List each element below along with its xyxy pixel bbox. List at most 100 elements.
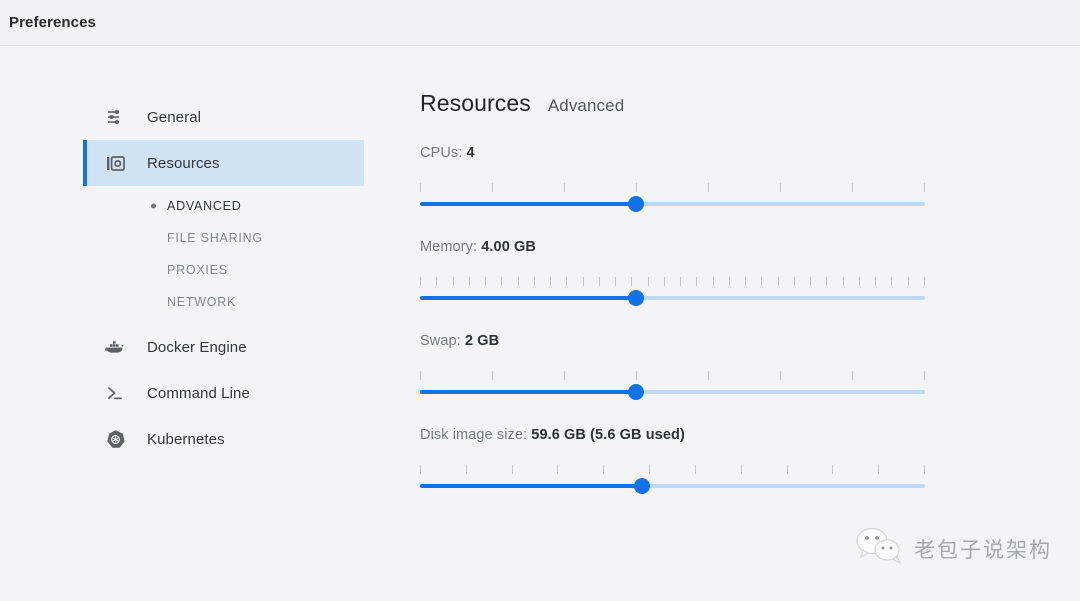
sidebar-item-resources[interactable]: Resources (83, 140, 364, 186)
sidebar: General Resources ADVANCED FILE SHARING (0, 46, 384, 601)
memory-slider-thumb[interactable] (628, 290, 645, 306)
slider-tick (745, 277, 746, 286)
slider-tick (858, 277, 860, 286)
slider-tick (728, 277, 730, 286)
slider-tick (517, 277, 519, 286)
slider-tick (582, 277, 584, 286)
memory-slider-ticks (420, 277, 925, 286)
sidebar-item-label: Docker Engine (147, 338, 247, 356)
sidebar-item-label: Resources (147, 154, 220, 172)
cpus-slider-ticks (420, 183, 925, 192)
slider-tick (924, 371, 925, 380)
slider-tick (492, 183, 493, 192)
page-title-secondary: Advanced (547, 96, 625, 115)
main-panel: Resources Advanced CPUs: 4 Memory: 4.00 … (384, 46, 1080, 601)
field-memory: Memory: 4.00 GB (420, 239, 1080, 306)
slider-tick (786, 465, 788, 474)
slider-tick (485, 277, 486, 286)
sidebar-subitem-file-sharing[interactable]: FILE SHARING (0, 222, 384, 254)
sidebar-subitem-label: ADVANCED (167, 199, 242, 213)
slider-tick (636, 371, 637, 380)
slider-tick (436, 277, 438, 286)
swap-slider[interactable] (420, 371, 925, 400)
slider-tick (566, 277, 568, 286)
sidebar-item-general[interactable]: General (0, 94, 384, 140)
slider-tick (696, 277, 698, 286)
sidebar-subitem-label: FILE SHARING (167, 231, 263, 245)
swap-label: Swap: 2 GB (420, 333, 1080, 349)
slider-tick (852, 183, 853, 192)
slider-tick (708, 371, 709, 380)
swap-label-prefix: Swap: (420, 333, 465, 349)
slider-tick (557, 465, 559, 474)
page-title: Resources Advanced (420, 90, 1080, 117)
slider-tick (793, 277, 795, 286)
sidebar-subitem-label: NETWORK (167, 295, 237, 309)
slider-tick (875, 277, 876, 286)
sidebar-subitem-proxies[interactable]: PROXIES (0, 254, 384, 286)
sidebar-subitem-label: PROXIES (167, 263, 228, 277)
slider-tick (420, 277, 421, 286)
swap-value: 2 GB (464, 333, 500, 349)
cpus-label: CPUs: 4 (420, 145, 1080, 161)
resources-box-icon (104, 152, 126, 174)
slider-tick (826, 277, 828, 286)
slider-tick (761, 277, 763, 286)
disk-image-size-slider-thumb[interactable] (634, 478, 651, 494)
terminal-prompt-icon (104, 382, 126, 404)
slider-tick (452, 277, 454, 286)
slider-tick (550, 277, 551, 286)
slider-tick (501, 277, 503, 286)
swap-slider-ticks (420, 371, 925, 380)
slider-tick (564, 371, 565, 380)
slider-tick (907, 277, 909, 286)
field-disk-image-size: Disk image size: 59.6 GB (5.6 GB used) (420, 427, 1080, 494)
sidebar-item-docker-engine[interactable]: Docker Engine (0, 324, 384, 370)
slider-tick (492, 371, 493, 380)
sidebar-item-kubernetes[interactable]: Kubernetes (0, 416, 384, 462)
slider-tick (636, 183, 637, 192)
slider-tick (631, 277, 633, 286)
slider-tick (598, 277, 600, 286)
memory-slider[interactable] (420, 277, 925, 306)
slider-tick (708, 183, 709, 192)
cpus-slider[interactable] (420, 183, 925, 212)
slider-tick (680, 277, 681, 286)
slider-tick (712, 277, 714, 286)
slider-tick (533, 277, 535, 286)
slider-tick (740, 465, 742, 474)
cpus-slider-fill (420, 202, 637, 206)
slider-tick (420, 465, 421, 474)
cpus-label-prefix: CPUs: (420, 145, 467, 161)
disk-image-size-slider[interactable] (420, 465, 925, 494)
slider-tick (878, 465, 880, 474)
tune-sliders-icon (104, 106, 126, 128)
slider-tick (615, 277, 616, 286)
sidebar-subitem-advanced[interactable]: ADVANCED (0, 190, 384, 222)
slider-tick (852, 371, 853, 380)
slider-tick (420, 183, 421, 192)
slider-tick (603, 465, 605, 474)
slider-tick (420, 371, 421, 380)
slider-tick (780, 371, 781, 380)
resources-subnav: ADVANCED FILE SHARING PROXIES NETWORK (0, 186, 384, 318)
swap-slider-thumb[interactable] (628, 384, 645, 400)
swap-slider-fill (420, 390, 637, 394)
sidebar-item-label: Kubernetes (147, 430, 225, 448)
slider-tick (923, 465, 925, 474)
slider-tick (647, 277, 649, 286)
preferences-body: General Resources ADVANCED FILE SHARING (0, 46, 1080, 601)
field-cpus: CPUs: 4 (420, 145, 1080, 212)
slider-tick (649, 465, 651, 474)
cpus-slider-thumb[interactable] (628, 196, 645, 212)
sidebar-item-label: General (147, 108, 202, 126)
sidebar-subitem-network[interactable]: NETWORK (0, 286, 384, 318)
memory-label: Memory: 4.00 GB (420, 239, 1080, 255)
sidebar-item-label: Command Line (147, 384, 250, 402)
memory-slider-fill (420, 296, 637, 300)
sidebar-item-command-line[interactable]: Command Line (0, 370, 384, 416)
window-title: Preferences (9, 14, 96, 31)
memory-value: 4.00 GB (481, 239, 536, 255)
disk-image-size-label: Disk image size: 59.6 GB (5.6 GB used) (420, 427, 1080, 443)
slider-tick (780, 183, 781, 192)
